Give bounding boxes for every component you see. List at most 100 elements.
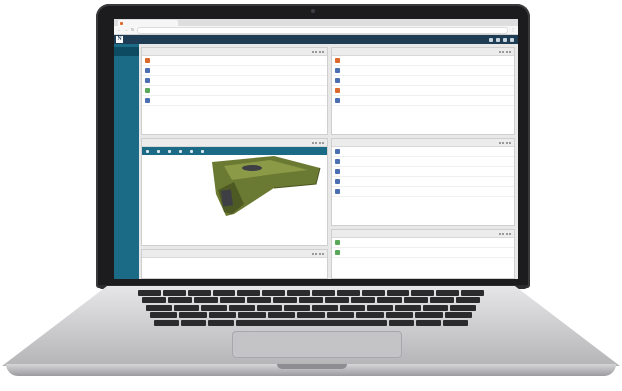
expand-icon[interactable] bbox=[505, 232, 508, 235]
green-doc-icon bbox=[335, 250, 340, 255]
browser-tabstrip bbox=[114, 19, 518, 26]
list-item[interactable] bbox=[332, 86, 514, 96]
sidebar-item-3[interactable] bbox=[114, 65, 139, 74]
list-item[interactable] bbox=[332, 238, 514, 248]
panel-header bbox=[332, 230, 514, 238]
help-icon[interactable] bbox=[510, 37, 514, 42]
close-icon[interactable] bbox=[509, 141, 511, 144]
document-icon bbox=[335, 68, 340, 73]
close-icon[interactable] bbox=[509, 50, 511, 53]
browser-tab[interactable] bbox=[118, 20, 178, 26]
document-icon bbox=[145, 78, 150, 83]
list-item[interactable] bbox=[332, 248, 514, 258]
refresh-icon[interactable] bbox=[498, 141, 501, 144]
list-item[interactable] bbox=[332, 96, 514, 106]
close-icon[interactable] bbox=[322, 252, 324, 255]
rotate-icon[interactable] bbox=[157, 149, 160, 153]
panel-top-left bbox=[141, 47, 328, 135]
model-opening bbox=[242, 165, 262, 171]
sidebar-item-2[interactable] bbox=[114, 56, 139, 65]
refresh-icon[interactable] bbox=[311, 141, 314, 144]
list-item[interactable] bbox=[142, 96, 327, 106]
back-icon[interactable]: ← bbox=[117, 28, 121, 32]
sidebar-item-4[interactable] bbox=[114, 74, 139, 83]
trackpad bbox=[232, 331, 402, 358]
panel-header bbox=[332, 48, 514, 56]
settings-icon[interactable] bbox=[315, 141, 317, 144]
grid-icon[interactable] bbox=[496, 37, 500, 42]
app-header: N bbox=[114, 35, 518, 44]
panel-header bbox=[332, 139, 514, 147]
document-icon bbox=[335, 149, 340, 154]
expand-icon[interactable] bbox=[318, 50, 321, 53]
settings-icon[interactable] bbox=[489, 37, 493, 42]
settings-icon[interactable] bbox=[502, 232, 504, 235]
expand-icon[interactable] bbox=[318, 252, 321, 255]
zoom-icon[interactable] bbox=[179, 149, 182, 153]
camera-icon bbox=[311, 9, 315, 13]
pan-icon[interactable] bbox=[168, 149, 171, 153]
document-icon bbox=[335, 189, 340, 194]
panel-top-right bbox=[331, 47, 515, 135]
cad-model-view[interactable] bbox=[204, 154, 322, 219]
document-icon bbox=[335, 159, 340, 164]
expand-icon[interactable] bbox=[318, 141, 321, 144]
list-item[interactable] bbox=[332, 157, 514, 167]
laptop-notch bbox=[277, 364, 347, 369]
forward-icon[interactable]: → bbox=[124, 28, 128, 32]
close-icon[interactable] bbox=[509, 232, 511, 235]
document-icon bbox=[335, 179, 340, 184]
sidebar bbox=[114, 44, 139, 279]
expand-icon[interactable] bbox=[505, 50, 508, 53]
measure-icon[interactable] bbox=[190, 149, 193, 153]
address-bar: ← → ↻ ⋮ bbox=[114, 26, 518, 35]
url-input[interactable] bbox=[137, 26, 508, 34]
list-item[interactable] bbox=[142, 66, 327, 76]
panel-header bbox=[142, 139, 327, 147]
document-icon bbox=[145, 98, 150, 103]
list-item[interactable] bbox=[332, 76, 514, 86]
part-icon bbox=[335, 88, 340, 93]
panel-bottom-left bbox=[141, 249, 328, 279]
tree-icon[interactable] bbox=[146, 149, 149, 153]
part-icon bbox=[145, 58, 150, 63]
refresh-icon[interactable] bbox=[498, 50, 501, 53]
green-doc-icon bbox=[335, 240, 340, 245]
panel-bottom-right bbox=[331, 229, 515, 279]
settings-icon[interactable] bbox=[502, 141, 504, 144]
list-item[interactable] bbox=[142, 86, 327, 96]
panel-mid-right bbox=[331, 138, 515, 226]
list-item[interactable] bbox=[332, 177, 514, 187]
list-item[interactable] bbox=[332, 56, 514, 66]
list-item[interactable] bbox=[332, 187, 514, 197]
section-icon[interactable] bbox=[201, 149, 204, 153]
favicon-icon bbox=[120, 21, 123, 25]
expand-icon[interactable] bbox=[505, 141, 508, 144]
user-icon[interactable] bbox=[503, 37, 507, 42]
close-icon[interactable] bbox=[322, 141, 324, 144]
menu-icon[interactable]: ⋮ bbox=[511, 28, 515, 32]
panel-3d-viewer bbox=[141, 138, 328, 246]
green-doc-icon bbox=[145, 88, 150, 93]
list-item[interactable] bbox=[332, 66, 514, 76]
laptop: ← → ↻ ⋮ N bbox=[0, 0, 622, 391]
keyboard bbox=[137, 290, 485, 330]
list-item[interactable] bbox=[332, 147, 514, 157]
settings-icon[interactable] bbox=[315, 50, 317, 53]
refresh-icon[interactable] bbox=[498, 232, 501, 235]
screen: ← → ↻ ⋮ N bbox=[114, 19, 518, 279]
settings-icon[interactable] bbox=[502, 50, 504, 53]
settings-icon[interactable] bbox=[315, 252, 317, 255]
app-logo[interactable]: N bbox=[116, 36, 123, 43]
document-icon bbox=[145, 68, 150, 73]
reload-icon[interactable]: ↻ bbox=[131, 28, 134, 32]
part-icon bbox=[335, 58, 340, 63]
list-item[interactable] bbox=[332, 167, 514, 177]
list-item[interactable] bbox=[142, 56, 327, 66]
sidebar-item-1[interactable] bbox=[114, 47, 139, 56]
refresh-icon[interactable] bbox=[311, 252, 314, 255]
close-icon[interactable] bbox=[322, 50, 324, 53]
refresh-icon[interactable] bbox=[311, 50, 314, 53]
document-icon bbox=[335, 98, 340, 103]
list-item[interactable] bbox=[142, 76, 327, 86]
